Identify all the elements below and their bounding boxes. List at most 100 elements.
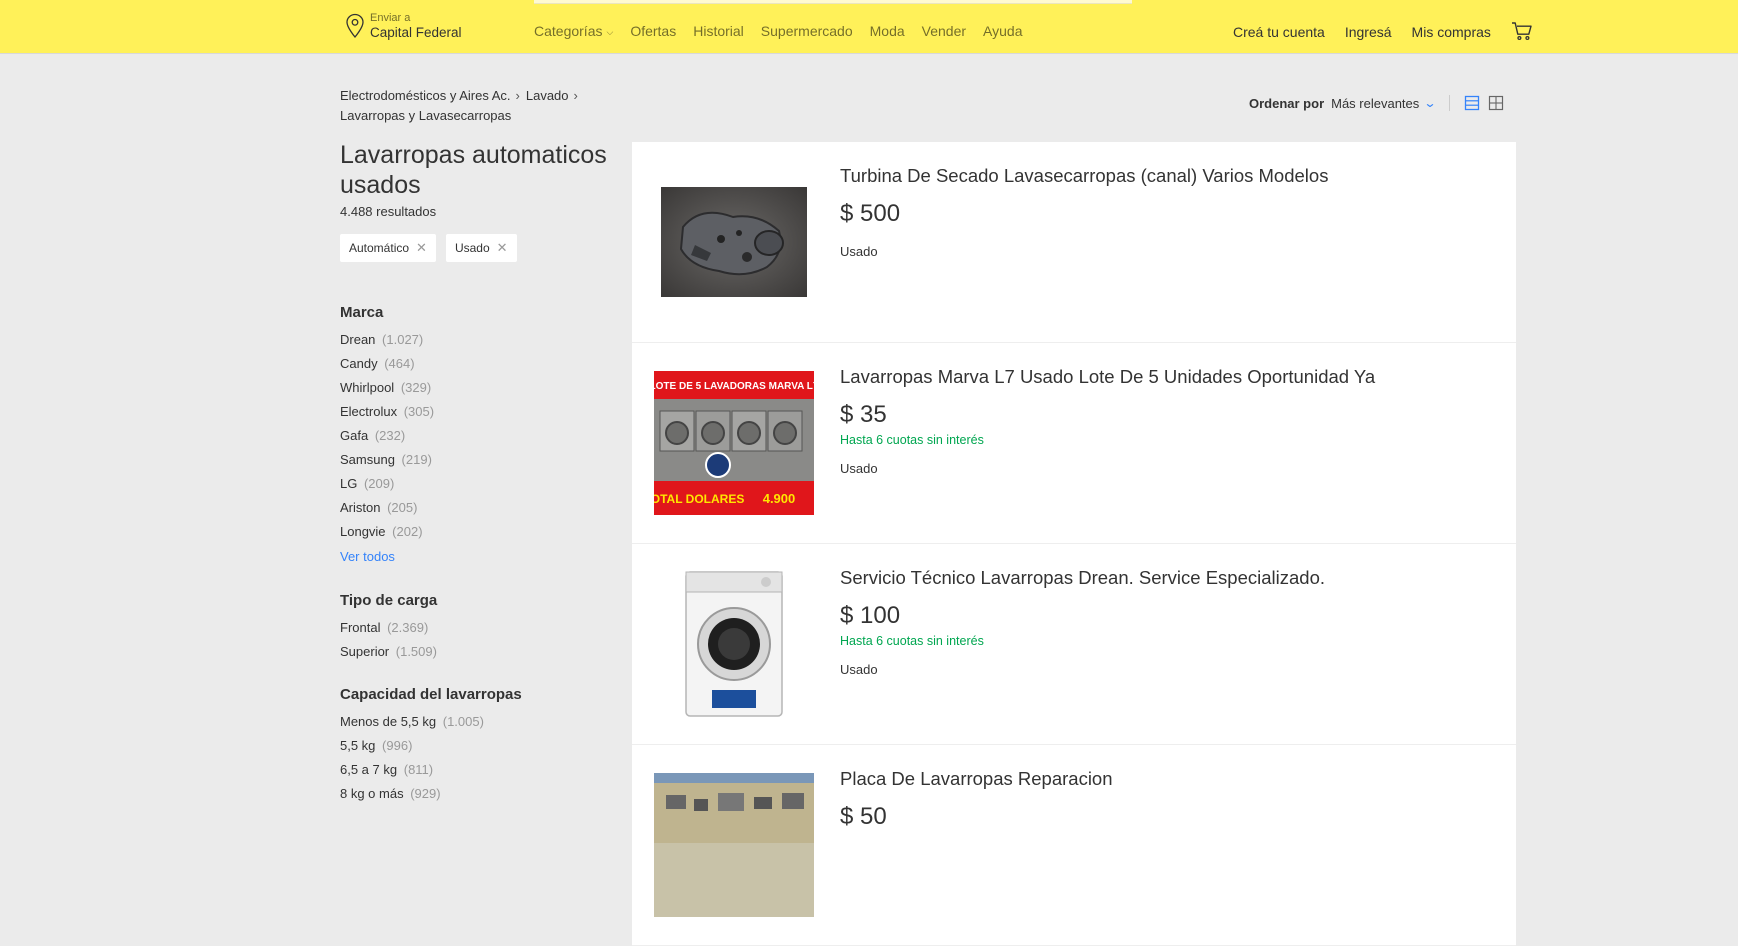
my-purchases-link[interactable]: Mis compras [1412, 24, 1491, 40]
nav-supermercado[interactable]: Supermercado [761, 23, 853, 39]
product-title[interactable]: Placa De Lavarropas Reparacion [840, 767, 1486, 791]
breadcrumb-item-lavarropas[interactable]: Lavarropas y Lavasecarropas [340, 108, 511, 123]
shipping-location[interactable]: Enviar a Capital Federal [345, 12, 462, 40]
product-image[interactable] [654, 773, 814, 917]
main-nav: Categorías ⌵ Ofertas Historial Supermerca… [534, 23, 1039, 39]
filter-option-5-5kg[interactable]: 5,5 kg (996) [340, 734, 610, 758]
page-title: Lavarropas automaticos usados [340, 141, 607, 199]
search-bar-edge[interactable] [534, 0, 1132, 4]
nav-categorias[interactable]: Categorías ⌵ [534, 23, 613, 39]
applied-filters: Automático ✕ Usado ✕ [340, 234, 610, 262]
filter-option-label: Electrolux [340, 404, 398, 419]
filter-option-count: (232) [374, 428, 406, 443]
filter-option-label: LG [340, 476, 358, 491]
filter-option-label: Gafa [340, 428, 369, 443]
breadcrumb-item-electrodomesticos[interactable]: Electrodomésticos y Aires Ac. [340, 88, 511, 103]
sort-dropdown[interactable]: Más relevantes [1331, 96, 1419, 111]
product-image[interactable]: LOTE DE 5 LAVADORAS MARVA L7 TOTAL DOLAR… [654, 371, 814, 515]
filter-option-gafa[interactable]: Gafa (232) [340, 424, 610, 448]
filter-option-count: (202) [392, 524, 423, 539]
location-caption: Enviar a [370, 12, 411, 24]
filter-option-candy[interactable]: Candy (464) [340, 352, 610, 376]
nav-moda[interactable]: Moda [870, 23, 905, 39]
filter-option-ariston[interactable]: Ariston (205) [340, 496, 610, 520]
breadcrumb-item-lavado[interactable]: Lavado [526, 88, 569, 103]
filter-chip-automatico[interactable]: Automático ✕ [340, 234, 436, 262]
filter-option-superior[interactable]: Superior (1.509) [340, 640, 610, 664]
user-nav: Creá tu cuenta Ingresá Mis compras [1233, 21, 1533, 41]
nav-historial[interactable]: Historial [693, 23, 744, 39]
product-title[interactable]: Lavarropas Marva L7 Usado Lote De 5 Unid… [840, 365, 1486, 389]
filter-option-frontal[interactable]: Frontal (2.369) [340, 616, 610, 640]
result-card[interactable]: Placa De Lavarropas Reparacion $ 50 [632, 745, 1516, 946]
filter-option-whirlpool[interactable]: Whirlpool (329) [340, 376, 610, 400]
nav-ayuda[interactable]: Ayuda [983, 23, 1022, 39]
filter-option-label: Drean [340, 332, 376, 347]
product-title[interactable]: Turbina De Secado Lavasecarropas (canal)… [840, 164, 1486, 188]
list-view-icon[interactable] [1464, 95, 1480, 111]
create-account-link[interactable]: Creá tu cuenta [1233, 24, 1325, 40]
image-banner-bottom: TOTAL DOLARES [654, 492, 744, 506]
filter-option-menos-5-5kg[interactable]: Menos de 5,5 kg (1.005) [340, 710, 610, 734]
result-card[interactable]: Servicio Técnico Lavarropas Drean. Servi… [632, 544, 1516, 745]
filter-option-label: Ariston [340, 500, 381, 515]
filter-option-samsung[interactable]: Samsung (219) [340, 448, 610, 472]
see-all-brands-link[interactable]: Ver todos [340, 544, 610, 570]
breadcrumb: Electrodomésticos y Aires Ac. › Lavado › La… [340, 86, 620, 126]
filter-title: Tipo de carga [340, 592, 438, 609]
product-price: $ 500 [840, 200, 901, 227]
product-price: $ 50 [840, 803, 887, 830]
results-list: Turbina De Secado Lavasecarropas (canal)… [632, 142, 1516, 946]
login-link[interactable]: Ingresá [1345, 24, 1392, 40]
sort-label: Ordenar por [1249, 95, 1325, 111]
cart-icon[interactable] [1511, 21, 1533, 41]
installments-text: Hasta 6 cuotas sin interés [840, 634, 984, 648]
filter-option-drean[interactable]: Drean (1.027) [340, 328, 610, 352]
filter-option-label: Whirlpool [340, 380, 395, 395]
result-card[interactable]: Turbina De Secado Lavasecarropas (canal)… [632, 142, 1516, 343]
filter-group-tipo-de-carga: Tipo de carga Frontal (2.369) Superior (… [340, 592, 610, 664]
product-title[interactable]: Servicio Técnico Lavarropas Drean. Servi… [840, 566, 1486, 590]
result-card[interactable]: LOTE DE 5 LAVADORAS MARVA L7 TOTAL DOLAR… [632, 343, 1516, 544]
filter-option-6-5-7kg[interactable]: 6,5 a 7 kg (811) [340, 758, 610, 782]
nav-vender[interactable]: Vender [922, 23, 966, 39]
filter-group-capacidad: Capacidad del lavarropas Menos de 5,5 kg… [340, 686, 610, 806]
image-price: 4.900 [763, 491, 796, 506]
filter-group-marca: Marca Drean (1.027) Candy (464) Whirlpoo… [340, 304, 610, 570]
filter-option-count: (209) [363, 476, 395, 491]
filter-option-8kg-mas[interactable]: 8 kg o más (929) [340, 782, 610, 806]
top-header: Enviar a Capital Federal Categorías ⌵ Ofe… [0, 0, 1738, 53]
filter-option-count: (329) [400, 380, 432, 395]
product-image[interactable] [654, 571, 814, 717]
filter-option-count: (929) [410, 786, 441, 801]
nav-categorias-label: Categorías [534, 23, 603, 39]
filter-title: Capacidad del lavarropas [340, 686, 522, 703]
product-condition: Usado [840, 461, 878, 476]
grid-view-icon[interactable] [1488, 95, 1504, 111]
chevron-down-icon[interactable]: ⌄ [1424, 96, 1437, 110]
filter-option-label: Candy [340, 356, 378, 371]
image-banner-top: LOTE DE 5 LAVADORAS MARVA L7 [654, 381, 814, 392]
product-image[interactable] [654, 170, 814, 314]
filter-option-count: (1.005) [442, 714, 484, 729]
close-icon[interactable]: ✕ [497, 240, 508, 256]
filter-option-count: (464) [384, 356, 415, 371]
product-price: $ 35 [840, 401, 887, 428]
filter-option-label: Longvie [340, 524, 386, 539]
sort-bar: Ordenar por Más relevantes ⌄ [1249, 95, 1512, 111]
close-icon[interactable]: ✕ [416, 240, 427, 256]
filter-chip-usado[interactable]: Usado ✕ [445, 234, 517, 262]
filter-option-lg[interactable]: LG (209) [340, 472, 610, 496]
filter-option-label: 5,5 kg [340, 738, 376, 753]
filter-option-electrolux[interactable]: Electrolux (305) [340, 400, 610, 424]
nav-ofertas[interactable]: Ofertas [630, 23, 676, 39]
circuit-board-image [654, 773, 814, 917]
divider [1449, 95, 1451, 111]
filter-option-count: (2.369) [387, 620, 429, 635]
chevron-right-icon: › [573, 88, 578, 103]
washers-lot-image: LOTE DE 5 LAVADORAS MARVA L7 TOTAL DOLAR… [654, 371, 814, 515]
filter-option-longvie[interactable]: Longvie (202) [340, 520, 610, 544]
product-condition: Usado [840, 662, 878, 677]
filter-option-label: Frontal [340, 620, 381, 635]
result-count: 4.488 resultados [340, 204, 437, 219]
